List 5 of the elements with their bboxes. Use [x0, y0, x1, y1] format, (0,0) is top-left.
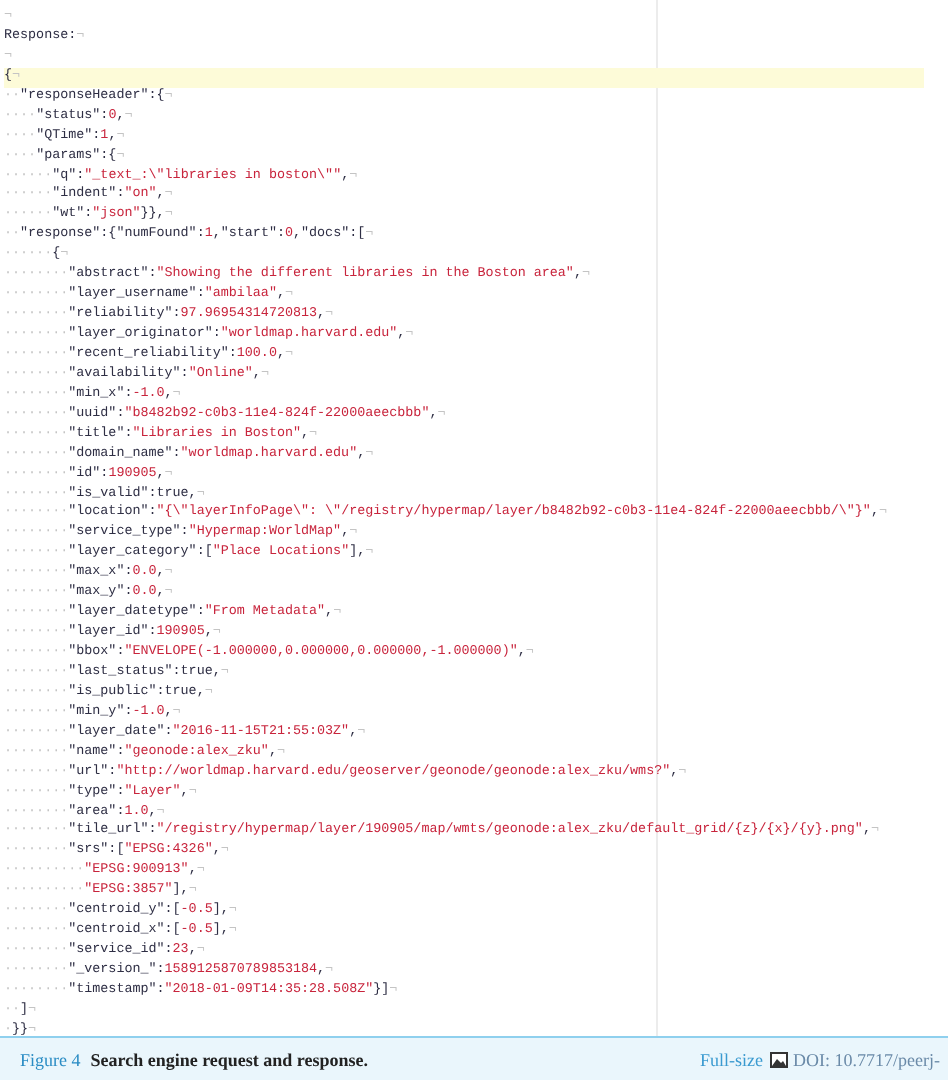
image-icon: [769, 1051, 788, 1067]
figure-title: Search engine request and response.: [90, 1049, 369, 1069]
figure-label: Figure 4: [20, 1049, 81, 1069]
full-size-link[interactable]: Full-size: [700, 1049, 764, 1069]
doi-text: DOI: 10.7717/peerj-: [793, 1049, 940, 1069]
